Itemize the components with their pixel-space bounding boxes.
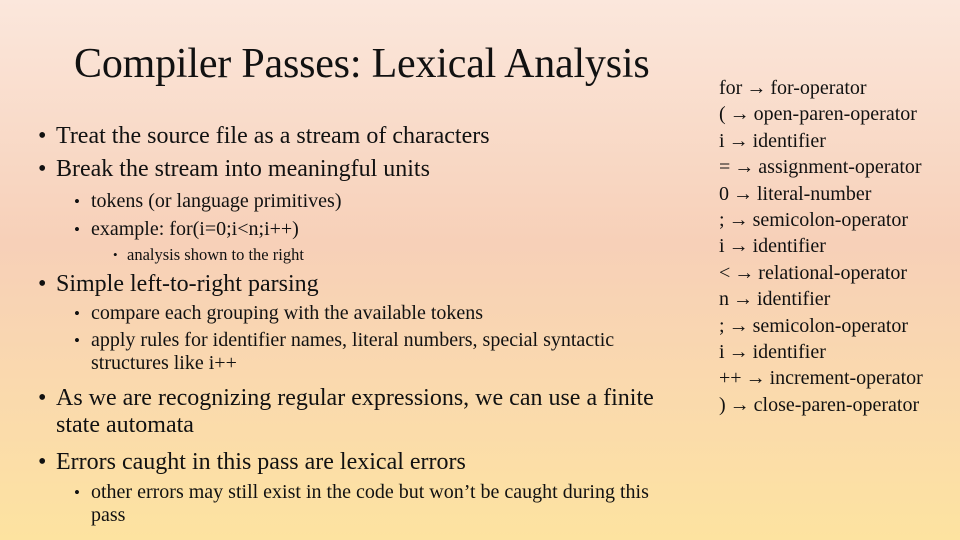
token-row: i → identifier xyxy=(719,339,923,365)
token-type: increment-operator xyxy=(769,367,923,390)
token-row: = → assignment-operator xyxy=(719,154,923,180)
lexeme: ++ xyxy=(719,367,742,390)
token-row: (→ open-paren-operator xyxy=(719,101,923,127)
lexeme: i xyxy=(719,341,725,364)
lexeme: i xyxy=(719,129,725,152)
sub-bullet-item: compare each grouping with the available… xyxy=(38,302,698,325)
token-type: identifier xyxy=(752,341,826,364)
arrow-right-icon: → xyxy=(733,182,753,205)
lexeme: n xyxy=(719,288,729,311)
token-type: literal-number xyxy=(757,182,872,205)
token-type: assignment-operator xyxy=(758,156,922,179)
bullet-item: As we are recognizing regular expression… xyxy=(38,385,676,439)
bullet-item: Simple left-to-right parsing xyxy=(38,271,698,298)
slide-title: Compiler Passes: Lexical Analysis xyxy=(74,41,650,87)
sub-bullet-item: other errors may still exist in the code… xyxy=(38,481,651,527)
lexeme: = xyxy=(719,156,731,179)
token-type: relational-operator xyxy=(758,261,908,284)
token-row: ; → semicolon-operator xyxy=(719,313,923,339)
lexeme: i xyxy=(719,235,725,258)
lexeme: for xyxy=(719,77,743,99)
arrow-right-icon: → xyxy=(729,103,750,126)
token-row: 0 → literal-number xyxy=(719,181,923,207)
arrow-right-icon: → xyxy=(729,393,750,416)
token-row: i → identifier xyxy=(719,128,923,154)
lexeme: ( xyxy=(719,103,726,126)
token-row: n → identifier xyxy=(719,286,923,312)
arrow-right-icon: → xyxy=(746,77,767,99)
token-row: for → for-operator xyxy=(719,75,923,101)
bullet-item: Errors caught in this pass are lexical e… xyxy=(38,449,698,476)
arrow-right-icon: → xyxy=(734,156,755,179)
sub-bullet-item: tokens (or language primitives) xyxy=(38,190,698,213)
arrow-right-icon: → xyxy=(728,129,749,152)
token-row: ; → semicolon-operator xyxy=(719,207,923,233)
lexeme: ; xyxy=(719,209,725,232)
token-type: open-paren-operator xyxy=(753,103,917,126)
token-type: identifier xyxy=(757,288,831,311)
arrow-right-icon: → xyxy=(745,367,766,390)
bullet-list: Treat the source file as a stream of cha… xyxy=(38,113,698,527)
token-row: ) → close-paren-operator xyxy=(719,392,923,418)
token-row: i → identifier xyxy=(719,233,923,259)
lexeme: ) xyxy=(719,393,726,416)
bullet-item: Treat the source file as a stream of cha… xyxy=(38,123,698,150)
token-list: for → for-operator(→ open-paren-operator i → i… xyxy=(719,75,923,418)
lexeme: ; xyxy=(719,314,725,337)
sub-bullet-item: example: for(i=0;i<n;i++) xyxy=(38,218,698,241)
token-type: close-paren-operator xyxy=(753,393,920,416)
token-type: identifier xyxy=(752,235,826,258)
token-row: < → relational-operator xyxy=(719,260,923,286)
sub-bullet-item: apply rules for identifier names, litera… xyxy=(38,329,651,375)
token-type: semicolon-operator xyxy=(752,314,909,337)
lexeme: 0 xyxy=(719,182,729,205)
token-row: ++ → increment-operator xyxy=(719,365,923,391)
bullet-item: Break the stream into meaningful units xyxy=(38,156,698,183)
token-type: identifier xyxy=(752,129,826,152)
token-type: semicolon-operator xyxy=(752,209,909,232)
arrow-right-icon: → xyxy=(734,261,755,284)
arrow-right-icon: → xyxy=(728,209,749,232)
arrow-right-icon: → xyxy=(728,235,749,258)
sub-sub-bullet-item: analysis shown to the right xyxy=(38,245,698,265)
arrow-right-icon: → xyxy=(728,341,749,364)
arrow-right-icon: → xyxy=(733,288,753,311)
lexeme: < xyxy=(719,261,731,284)
token-type: for-operator xyxy=(770,77,867,99)
arrow-right-icon: → xyxy=(728,314,749,337)
